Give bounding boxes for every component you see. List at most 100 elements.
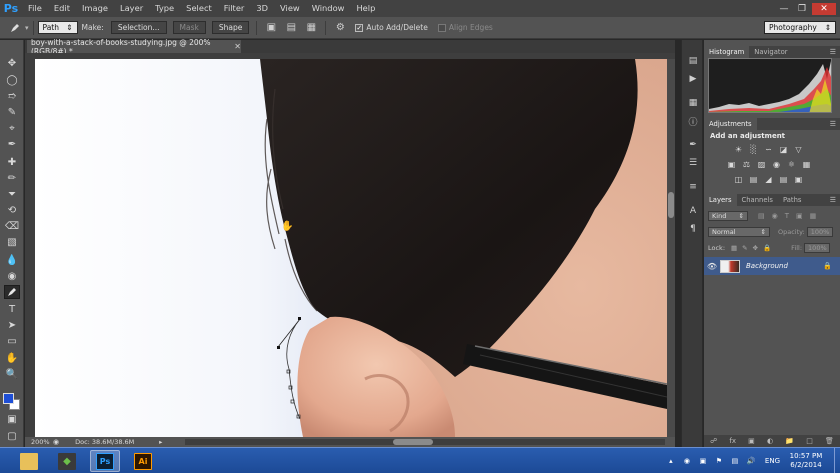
- path-operations-icon[interactable]: ▣: [264, 21, 278, 35]
- auto-add-delete-option[interactable]: ✓ Auto Add/Delete: [355, 23, 428, 32]
- tab-adjustments[interactable]: Adjustments: [704, 118, 757, 130]
- foreground-color-swatch[interactable]: [3, 393, 14, 404]
- filter-adjustment-icon[interactable]: ◉: [772, 212, 778, 220]
- quick-selection-tool-icon[interactable]: ✎: [4, 105, 20, 119]
- tab-channels[interactable]: Channels: [737, 194, 778, 206]
- info-icon[interactable]: ◉: [53, 438, 59, 446]
- restore-icon[interactable]: ❐: [794, 3, 810, 15]
- menu-image[interactable]: Image: [76, 0, 114, 17]
- selective-color-icon[interactable]: ▣: [793, 174, 804, 185]
- workspace-select[interactable]: Photography ⇕: [764, 21, 836, 34]
- marquee-tool-icon[interactable]: ◯: [4, 73, 20, 87]
- volume-icon[interactable]: 🔊: [745, 455, 757, 467]
- lock-pixels-icon[interactable]: ✎: [742, 244, 747, 252]
- history-brush-tool-icon[interactable]: ⟲: [4, 203, 20, 217]
- lasso-tool-icon[interactable]: ➱: [4, 89, 20, 103]
- screen-mode-icon[interactable]: ▢: [4, 429, 20, 443]
- opacity-input[interactable]: 100%: [806, 227, 833, 237]
- menu-view[interactable]: View: [274, 0, 306, 17]
- new-adjustment-icon[interactable]: ◐: [767, 437, 773, 445]
- actions-play-icon[interactable]: ▶: [686, 72, 700, 86]
- layer-row-background[interactable]: 👁 Background 🔒: [704, 257, 840, 275]
- tab-paths[interactable]: Paths: [778, 194, 806, 206]
- photo-filter-icon[interactable]: ◉: [771, 159, 782, 170]
- menu-window[interactable]: Window: [306, 0, 351, 17]
- vibrance-icon[interactable]: ▽: [793, 144, 804, 155]
- path-alignment-icon[interactable]: ▤: [284, 21, 298, 35]
- menu-select[interactable]: Select: [180, 0, 218, 17]
- document-tab[interactable]: boy-with-a-stack-of-books-studying.jpg @…: [27, 38, 241, 56]
- taskbar-file-explorer[interactable]: [14, 450, 44, 472]
- language-indicator[interactable]: ENG: [765, 457, 780, 465]
- dodge-tool-icon[interactable]: ◉: [4, 269, 20, 283]
- eyedropper-tool-icon[interactable]: ✒: [4, 137, 20, 151]
- tool-presets-icon[interactable]: ▦: [686, 96, 700, 110]
- brush-tool-icon[interactable]: ✏: [4, 171, 20, 185]
- panel-menu-icon[interactable]: ☰: [830, 196, 836, 204]
- eraser-tool-icon[interactable]: ⌫: [4, 219, 20, 233]
- channel-mixer-icon[interactable]: ⚛: [786, 159, 797, 170]
- link-layers-icon[interactable]: ☍: [710, 437, 717, 445]
- vertical-scroll-thumb[interactable]: [668, 192, 674, 218]
- move-tool-icon[interactable]: ✥: [4, 56, 20, 70]
- menu-3d[interactable]: 3D: [250, 0, 274, 17]
- horizontal-scrollbar[interactable]: [185, 439, 665, 445]
- hue-saturation-icon[interactable]: ▣: [726, 159, 737, 170]
- character-icon[interactable]: A: [686, 204, 700, 218]
- new-layer-icon[interactable]: □: [806, 437, 813, 445]
- color-balance-icon[interactable]: ⚖: [741, 159, 752, 170]
- tray-flag-icon[interactable]: ⚑: [713, 455, 725, 467]
- layer-style-icon[interactable]: fx: [729, 437, 736, 445]
- panel-menu-icon[interactable]: ☰: [830, 48, 836, 56]
- quick-mask-icon[interactable]: ▣: [4, 412, 20, 426]
- menu-filter[interactable]: Filter: [218, 0, 251, 17]
- clone-stamp-tool-icon[interactable]: ⏷: [4, 187, 20, 201]
- tray-app-icon[interactable]: ◉: [681, 455, 693, 467]
- gear-icon[interactable]: ⚙: [333, 21, 347, 35]
- filter-shape-icon[interactable]: ▣: [796, 212, 803, 220]
- paragraph-icon[interactable]: ≡: [686, 180, 700, 194]
- make-mask-button[interactable]: Mask: [172, 21, 206, 34]
- taskbar-app[interactable]: ◆: [52, 450, 82, 472]
- trash-icon[interactable]: 🗑: [825, 437, 834, 445]
- add-mask-icon[interactable]: ▣: [748, 437, 755, 445]
- filter-smart-object-icon[interactable]: ▦: [810, 212, 817, 220]
- lock-transparency-icon[interactable]: ▦: [731, 244, 737, 252]
- path-selection-tool-icon[interactable]: ➤: [4, 318, 20, 332]
- menu-help[interactable]: Help: [350, 0, 381, 17]
- zoom-tool-icon[interactable]: 🔍: [4, 367, 20, 381]
- levels-icon[interactable]: ░: [748, 144, 759, 155]
- taskbar-photoshop[interactable]: Ps: [90, 450, 120, 472]
- chevron-right-icon[interactable]: ▸: [159, 438, 162, 446]
- menu-edit[interactable]: Edit: [48, 0, 76, 17]
- make-shape-button[interactable]: Shape: [211, 21, 250, 34]
- pen-tool-icon[interactable]: [4, 285, 20, 299]
- chevron-down-icon[interactable]: ▾: [25, 24, 29, 32]
- curves-icon[interactable]: ∽: [763, 144, 774, 155]
- minimize-icon[interactable]: —: [776, 3, 792, 15]
- align-edges-checkbox[interactable]: [437, 23, 446, 32]
- info-icon[interactable]: ⓘ: [686, 114, 700, 128]
- close-icon[interactable]: ✕: [234, 42, 241, 51]
- threshold-icon[interactable]: ◢: [763, 174, 774, 185]
- make-selection-button[interactable]: Selection...: [110, 21, 167, 34]
- tray-app-icon[interactable]: ▣: [697, 455, 709, 467]
- hand-tool-icon[interactable]: ✋: [4, 351, 20, 365]
- menu-file[interactable]: File: [22, 0, 48, 17]
- lock-position-icon[interactable]: ✥: [753, 244, 758, 252]
- menu-layer[interactable]: Layer: [114, 0, 149, 17]
- paragraph-styles-icon[interactable]: ¶: [686, 222, 700, 236]
- color-lookup-icon[interactable]: ▦: [801, 159, 812, 170]
- horizontal-scroll-thumb[interactable]: [393, 439, 433, 445]
- type-tool-icon[interactable]: T: [4, 302, 20, 316]
- zoom-level[interactable]: 200%: [31, 438, 53, 446]
- blend-mode-select[interactable]: Normal ⇕: [708, 227, 770, 237]
- menu-type[interactable]: Type: [149, 0, 180, 17]
- filter-pixel-icon[interactable]: ▤: [758, 212, 765, 220]
- tab-navigator[interactable]: Navigator: [749, 46, 792, 58]
- gradient-map-icon[interactable]: ▤: [778, 174, 789, 185]
- crop-tool-icon[interactable]: ⌖: [4, 121, 20, 135]
- new-group-icon[interactable]: 📁: [785, 437, 794, 445]
- invert-icon[interactable]: ◫: [733, 174, 744, 185]
- clock[interactable]: 10:57 PM 6/2/2014: [786, 452, 826, 470]
